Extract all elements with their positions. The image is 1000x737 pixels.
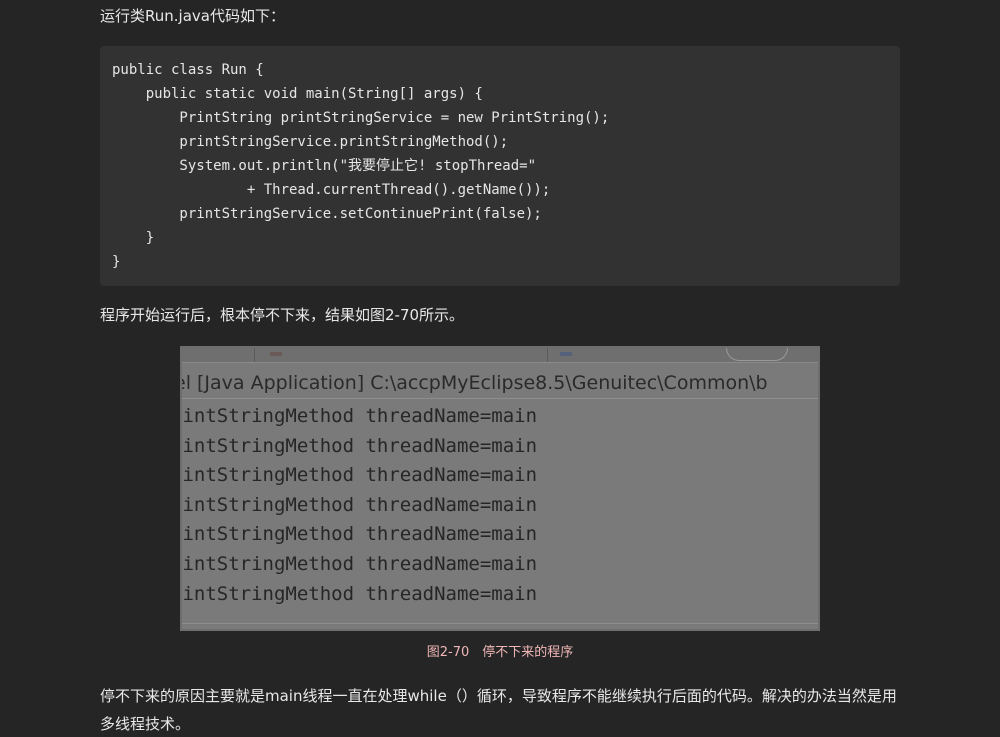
console-line: rintStringMethod threadName=main [180, 493, 538, 516]
tab-divider [547, 348, 548, 362]
tab-divider [254, 348, 255, 362]
code-line: PrintString printStringService = new Pri… [112, 110, 610, 126]
code-line: } [112, 230, 155, 246]
console-bottom-border [182, 623, 818, 629]
paragraph-explanation: 停不下来的原因主要就是main线程一直在处理while（）循环，导致程序不能继续… [100, 687, 897, 733]
console-output: rintStringMethod threadName=main rintStr… [182, 402, 818, 609]
console-line: rintStringMethod threadName=main [180, 523, 538, 546]
console-title: el [Java Application] C:\accpMyEclipse8.… [182, 368, 818, 399]
console-tab-strip [182, 348, 818, 363]
paragraph-result-intro: 程序开始运行后，根本停不下来，结果如图2-70所示。 [100, 306, 465, 324]
console-line: rintStringMethod threadName=main [180, 434, 538, 457]
code-line: public class Run { [112, 62, 264, 78]
code-line: } [112, 254, 121, 270]
console-screenshot-figure: el [Java Application] C:\accpMyEclipse8.… [180, 346, 820, 631]
figure-caption: 图2-70 停不下来的程序 [426, 645, 574, 660]
article-page: 运行类Run.java代码如下： public class Run { publ… [0, 0, 1000, 737]
console-line: rintStringMethod threadName=main [180, 582, 538, 605]
tab-curve [726, 348, 788, 361]
code-line: System.out.println("我要停止它! stopThread=" [112, 158, 537, 174]
code-line: printStringService.printStringMethod(); [112, 134, 509, 150]
console-line: rintStringMethod threadName=main [180, 405, 538, 427]
code-line: printStringService.setContinuePrint(fals… [112, 206, 542, 222]
code-block: public class Run { public static void ma… [100, 46, 900, 286]
tab-icon [560, 352, 572, 356]
code-line: public static void main(String[] args) { [112, 86, 483, 102]
intro-text: 运行类Run.java代码如下： [100, 7, 285, 25]
console-line: rintStringMethod threadName=main [180, 552, 538, 575]
tab-icon [270, 352, 282, 356]
console-line: rintStringMethod threadName=main [180, 464, 538, 487]
code-line: + Thread.currentThread().getName()); [112, 182, 551, 198]
